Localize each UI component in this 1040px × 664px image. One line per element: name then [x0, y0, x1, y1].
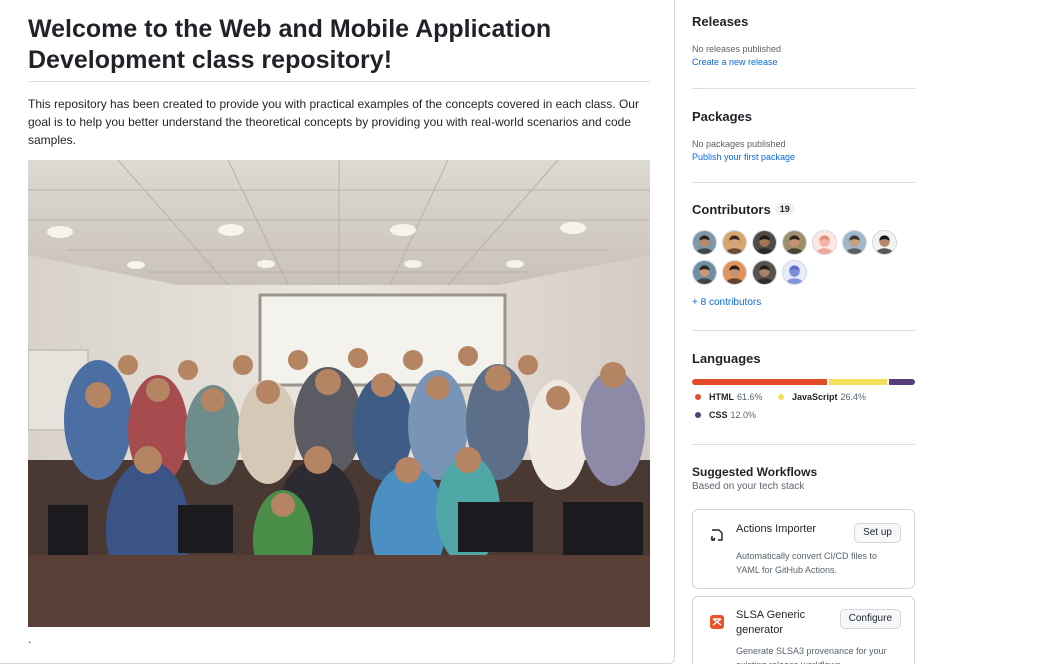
language-bar — [692, 379, 915, 385]
readme-panel: Welcome to the Web and Mobile Applicatio… — [0, 0, 675, 664]
language-bar-segment-html — [692, 379, 827, 385]
workflows-subheading: Based on your tech stack — [692, 481, 805, 492]
language-bar-segment-css — [888, 379, 915, 385]
workflow-name: SLSA Generic generator — [736, 609, 806, 636]
language-item-javascript[interactable]: JavaScript 26.4% — [778, 392, 866, 402]
language-color-dot — [695, 394, 701, 400]
workflow-description: Automatically convert CI/CD files to YAM… — [736, 551, 878, 575]
language-name: CSS — [709, 410, 728, 420]
language-percent: 26.4% — [840, 392, 867, 402]
workflow-name: Actions Importer — [736, 523, 817, 535]
sidebar-divider — [692, 444, 915, 445]
language-color-dot — [778, 394, 784, 400]
workflows-heading: Suggested Workflows — [692, 465, 818, 479]
class-group-photo — [28, 160, 650, 627]
language-name: HTML — [709, 392, 734, 402]
contributor-avatar[interactable] — [872, 230, 897, 255]
sidebar-divider — [692, 182, 915, 183]
readme-trailing-text: . — [28, 632, 32, 646]
packages-heading[interactable]: Packages — [692, 109, 915, 124]
languages-heading: Languages — [692, 351, 761, 366]
readme-intro: This repository has been created to prov… — [28, 97, 639, 147]
contributor-avatar[interactable] — [782, 230, 807, 255]
contributor-avatar[interactable] — [782, 260, 807, 285]
publish-package-link[interactable]: Publish your first package — [692, 152, 915, 162]
releases-heading[interactable]: Releases — [692, 14, 915, 29]
workflow-card-slsa: SLSA Generic generator Configure Generat… — [692, 596, 915, 664]
create-release-link[interactable]: Create a new release — [692, 57, 915, 67]
contributor-avatar[interactable] — [722, 230, 747, 255]
workflow-description: Generate SLSA3 provenance for your exist… — [736, 646, 887, 664]
readme-title: Welcome to the Web and Mobile Applicatio… — [28, 15, 552, 74]
contributor-avatar[interactable] — [692, 230, 717, 255]
language-item-html[interactable]: HTML 61.6% — [695, 392, 763, 402]
language-percent: 61.6% — [737, 392, 763, 402]
sidebar-divider — [692, 88, 915, 89]
contributors-section: Contributors 19 — [692, 202, 915, 217]
suggested-workflows-section: Suggested Workflows Based on your tech s… — [692, 465, 915, 492]
language-bar-segment-javascript — [828, 379, 887, 385]
contributors-heading-label[interactable]: Contributors — [692, 202, 771, 217]
setup-workflow-button[interactable]: Set up — [854, 523, 901, 543]
contributors-heading: Contributors 19 — [692, 202, 915, 217]
actions-importer-icon — [709, 527, 725, 543]
language-percent: 12.0% — [730, 410, 757, 420]
slsa-icon — [709, 614, 725, 630]
contributor-avatar[interactable] — [692, 260, 717, 285]
releases-section: Releases No releases published Create a … — [692, 14, 915, 67]
language-color-dot — [695, 412, 701, 418]
contributor-avatar[interactable] — [722, 260, 747, 285]
contributor-avatar[interactable] — [752, 260, 777, 285]
contributor-avatar[interactable] — [812, 230, 837, 255]
contributor-avatar[interactable] — [752, 230, 777, 255]
packages-empty-text: No packages published — [692, 139, 786, 149]
more-contributors-link[interactable]: + 8 contributors — [692, 297, 761, 308]
languages-section: Languages — [692, 351, 915, 366]
language-item-css[interactable]: CSS 12.0% — [695, 410, 756, 420]
packages-section: Packages No packages published Publish y… — [692, 109, 915, 162]
contributors-count-badge: 19 — [774, 203, 795, 215]
contributor-avatar[interactable] — [842, 230, 867, 255]
configure-workflow-button[interactable]: Configure — [839, 609, 901, 629]
sidebar-divider — [692, 330, 915, 331]
title-divider — [28, 81, 650, 82]
workflow-card-actions-importer: Actions Importer Set up Automatically co… — [692, 509, 915, 589]
language-name: JavaScript — [792, 392, 838, 402]
releases-empty-text: No releases published — [692, 44, 782, 54]
